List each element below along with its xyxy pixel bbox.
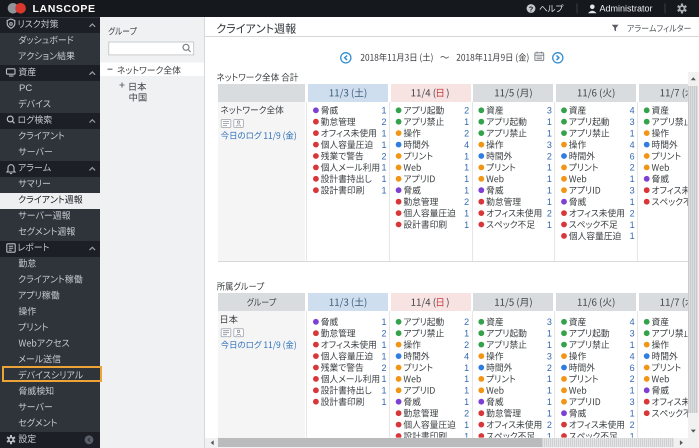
svg-text:3: 3 bbox=[547, 317, 552, 327]
svg-text:1: 1 bbox=[381, 340, 386, 350]
svg-text:1: 1 bbox=[464, 329, 469, 339]
svg-text:3: 3 bbox=[547, 140, 552, 150]
svg-text:3: 3 bbox=[630, 117, 635, 127]
svg-text:1: 1 bbox=[547, 220, 552, 230]
svg-text:2: 2 bbox=[464, 197, 469, 207]
svg-text:1: 1 bbox=[464, 151, 469, 161]
svg-text:1: 1 bbox=[381, 163, 386, 173]
svg-text:6: 6 bbox=[630, 363, 635, 373]
svg-text:1: 1 bbox=[381, 351, 386, 361]
svg-text:1: 1 bbox=[547, 431, 552, 441]
svg-text:2: 2 bbox=[381, 329, 386, 339]
svg-text:1: 1 bbox=[547, 397, 552, 407]
svg-text:4: 4 bbox=[630, 317, 635, 327]
svg-text:1: 1 bbox=[464, 117, 469, 127]
svg-text:2: 2 bbox=[547, 208, 552, 218]
svg-text:1: 1 bbox=[630, 128, 635, 138]
svg-text:1: 1 bbox=[464, 363, 469, 373]
svg-text:1: 1 bbox=[547, 117, 552, 127]
svg-text:2: 2 bbox=[547, 420, 552, 430]
svg-text:1: 1 bbox=[464, 186, 469, 196]
svg-text:1: 1 bbox=[547, 409, 552, 419]
svg-text:6: 6 bbox=[630, 151, 635, 161]
svg-text:1: 1 bbox=[547, 340, 552, 350]
svg-text:1: 1 bbox=[381, 374, 386, 384]
svg-text:1: 1 bbox=[547, 174, 552, 184]
svg-text:1: 1 bbox=[381, 186, 386, 196]
svg-text:2: 2 bbox=[381, 117, 386, 127]
svg-text:1: 1 bbox=[381, 386, 386, 396]
svg-text:1: 1 bbox=[547, 128, 552, 138]
svg-text:PC: PC bbox=[19, 83, 32, 94]
svg-text:1: 1 bbox=[630, 386, 635, 396]
svg-text:4: 4 bbox=[630, 351, 635, 361]
svg-text:4: 4 bbox=[464, 140, 469, 150]
svg-text:1: 1 bbox=[464, 220, 469, 230]
svg-text:1: 1 bbox=[464, 174, 469, 184]
svg-text:2: 2 bbox=[464, 340, 469, 350]
svg-text:4: 4 bbox=[464, 351, 469, 361]
svg-text:1: 1 bbox=[381, 397, 386, 407]
svg-text:1: 1 bbox=[547, 386, 552, 396]
svg-text:3: 3 bbox=[630, 329, 635, 339]
svg-text:1: 1 bbox=[381, 317, 386, 327]
svg-text:3: 3 bbox=[547, 106, 552, 116]
svg-text:1: 1 bbox=[464, 431, 469, 441]
svg-text:2: 2 bbox=[381, 151, 386, 161]
svg-text:4: 4 bbox=[630, 140, 635, 150]
svg-text:1: 1 bbox=[547, 329, 552, 339]
svg-text:1: 1 bbox=[381, 174, 386, 184]
svg-text:2: 2 bbox=[381, 363, 386, 373]
svg-text:3: 3 bbox=[630, 397, 635, 407]
svg-text:2: 2 bbox=[630, 420, 635, 430]
svg-text:3: 3 bbox=[630, 186, 635, 196]
svg-text:2: 2 bbox=[464, 106, 469, 116]
svg-text:?: ? bbox=[529, 4, 534, 13]
svg-text:2: 2 bbox=[630, 374, 635, 384]
svg-text:Administrator: Administrator bbox=[600, 4, 653, 14]
svg-text:1: 1 bbox=[630, 231, 635, 241]
svg-text:1: 1 bbox=[630, 340, 635, 350]
svg-text:1: 1 bbox=[381, 128, 386, 138]
svg-text:1: 1 bbox=[464, 163, 469, 173]
svg-text:3: 3 bbox=[547, 351, 552, 361]
svg-text:1: 1 bbox=[630, 197, 635, 207]
svg-text:1: 1 bbox=[547, 374, 552, 384]
svg-text:LANSCOPE: LANSCOPE bbox=[33, 3, 96, 15]
svg-text:1: 1 bbox=[630, 431, 635, 441]
svg-text:1: 1 bbox=[464, 208, 469, 218]
svg-text:1: 1 bbox=[464, 420, 469, 430]
svg-text:1: 1 bbox=[630, 220, 635, 230]
svg-text:2: 2 bbox=[630, 208, 635, 218]
svg-text:1: 1 bbox=[381, 140, 386, 150]
svg-text:2: 2 bbox=[547, 151, 552, 161]
svg-text:1: 1 bbox=[464, 386, 469, 396]
svg-text:2: 2 bbox=[630, 163, 635, 173]
svg-text:1: 1 bbox=[630, 174, 635, 184]
svg-text:2: 2 bbox=[547, 363, 552, 373]
svg-text:2: 2 bbox=[464, 409, 469, 419]
svg-text:1: 1 bbox=[464, 397, 469, 407]
svg-text:1: 1 bbox=[381, 106, 386, 116]
svg-text:1: 1 bbox=[630, 409, 635, 419]
svg-text:1: 1 bbox=[547, 163, 552, 173]
svg-text:4: 4 bbox=[630, 106, 635, 116]
svg-text:2: 2 bbox=[464, 128, 469, 138]
svg-text:1: 1 bbox=[464, 374, 469, 384]
svg-text:1: 1 bbox=[547, 186, 552, 196]
svg-text:1: 1 bbox=[547, 197, 552, 207]
svg-text:2: 2 bbox=[464, 317, 469, 327]
